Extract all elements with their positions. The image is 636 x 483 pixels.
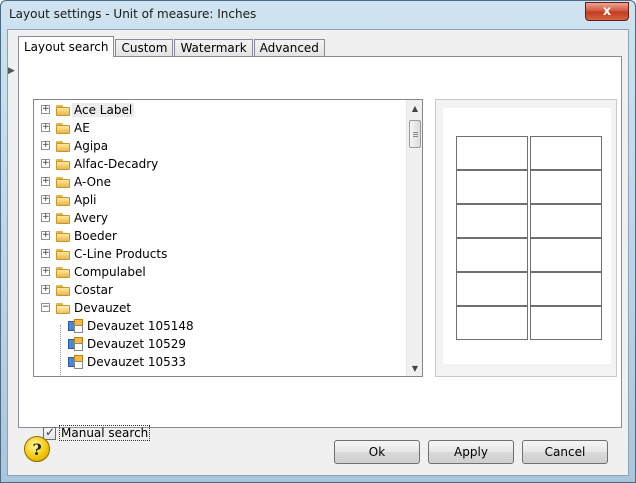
label-layout-icon	[68, 355, 84, 369]
tree-folder-row[interactable]: + Avery	[34, 209, 404, 227]
plus-box-icon[interactable]: +	[41, 195, 50, 204]
tree-node-label: Devauzet 105148	[87, 319, 194, 333]
tree-connector-line	[60, 325, 61, 376]
tree-folder-row[interactable]: + Costar	[34, 281, 404, 299]
tree-node-label: Costar	[74, 283, 113, 297]
label-layout-icon	[68, 337, 84, 351]
tree-folder-row[interactable]: + A-One	[34, 173, 404, 191]
tab-layout-search[interactable]: Layout search	[18, 36, 115, 57]
preview-label-cell	[530, 306, 602, 340]
preview-label-cell	[456, 306, 528, 340]
help-icon[interactable]: ?	[24, 436, 50, 462]
tree-node-label: Devauzet 10529	[87, 337, 187, 351]
tree-folder-row[interactable]: + Ace Label	[34, 101, 404, 119]
ok-button[interactable]: Ok	[334, 440, 420, 464]
folder-icon	[56, 104, 70, 116]
tree-folder-row[interactable]: + C-Line Products	[34, 245, 404, 263]
preview-label-cell	[530, 238, 602, 272]
tree-node-label: Compulabel	[74, 265, 146, 279]
preview-label-cell	[456, 238, 528, 272]
plus-box-icon[interactable]: +	[41, 141, 50, 150]
dialog-window: Layout settings - Unit of measure: Inche…	[0, 0, 636, 483]
window-title: Layout settings - Unit of measure: Inche…	[9, 7, 257, 21]
plus-box-icon[interactable]: +	[41, 231, 50, 240]
tree-folder-row[interactable]: + Boeder	[34, 227, 404, 245]
cancel-button[interactable]: Cancel	[522, 440, 608, 464]
scroll-thumb[interactable]	[409, 120, 421, 148]
folder-icon	[56, 212, 70, 224]
tree-node-label: C-Line Products	[74, 247, 168, 261]
title-bar[interactable]: Layout settings - Unit of measure: Inche…	[1, 1, 635, 29]
preview-label-cell	[456, 170, 528, 204]
plus-box-icon[interactable]: +	[41, 177, 50, 186]
tree-node-label: Devauzet	[74, 301, 132, 315]
preview-label-cell	[456, 136, 528, 170]
plus-box-icon[interactable]: +	[41, 285, 50, 294]
minus-box-icon[interactable]: −	[41, 303, 50, 312]
folder-icon	[56, 176, 70, 188]
tree-node-label: AE	[74, 121, 90, 135]
preview-sheet	[443, 108, 611, 364]
manual-search-checkbox[interactable]: ✓	[43, 424, 56, 440]
tree-layout-row[interactable]: Devauzet 105148	[34, 317, 404, 335]
tree-folder-row[interactable]: + Compulabel	[34, 263, 404, 281]
close-icon: x	[602, 4, 612, 19]
tree-node-label: Avery	[74, 211, 109, 225]
folder-icon	[56, 140, 70, 152]
plus-box-icon[interactable]: +	[41, 249, 50, 258]
tab-custom[interactable]: Custom	[115, 39, 174, 57]
folder-icon	[56, 302, 70, 314]
plus-box-icon[interactable]: +	[41, 123, 50, 132]
tree-node-label: A-One	[74, 175, 112, 189]
folder-icon	[56, 248, 70, 260]
scroll-up-icon[interactable]: ▲	[407, 100, 422, 116]
folder-icon	[56, 266, 70, 278]
plus-box-icon[interactable]: +	[41, 159, 50, 168]
tree-scrollbar[interactable]: ▲ ▼	[406, 100, 422, 376]
layout-tree[interactable]: + Ace Label + AE + Agipa + Alfac-Decadry + A-One +…	[33, 99, 423, 377]
scroll-down-icon[interactable]: ▼	[407, 360, 422, 376]
folder-icon	[56, 284, 70, 296]
tree-node-label: Agipa	[74, 139, 109, 153]
preview-label-cell	[530, 136, 602, 170]
tree-node-label: Apli	[74, 193, 97, 207]
preview-label-cell	[456, 204, 528, 238]
tab-advanced[interactable]: Advanced	[253, 39, 325, 57]
tree-folder-row[interactable]: − Devauzet	[34, 299, 404, 317]
preview-label-cell	[530, 272, 602, 306]
tree-layout-row[interactable]: Devauzet 10529	[34, 335, 404, 353]
tree-node-label: Ace Label	[72, 103, 135, 117]
layout-preview	[435, 99, 617, 377]
plus-box-icon[interactable]: +	[41, 267, 50, 276]
dialog-client-area: ▶ Layout search Custom Watermark Advance…	[7, 29, 629, 476]
collapse-arrow-icon[interactable]: ▶	[8, 66, 15, 76]
folder-icon	[56, 158, 70, 170]
tab-panel-layout-search: + Ace Label + AE + Agipa + Alfac-Decadry + A-One +…	[18, 56, 622, 441]
manual-search-row[interactable]: ✓ Manual search	[43, 424, 151, 441]
tab-watermark[interactable]: Watermark	[174, 39, 253, 57]
tree-node-label: Alfac-Decadry	[74, 157, 159, 171]
tree-node-label: Devauzet 10533	[87, 355, 187, 369]
plus-box-icon[interactable]: +	[41, 105, 50, 114]
tree-folder-row[interactable]: + Apli	[34, 191, 404, 209]
folder-icon	[56, 194, 70, 206]
tab-strip: Layout search Custom Watermark Advanced	[18, 36, 326, 57]
preview-label-cell	[456, 272, 528, 306]
tree-folder-row[interactable]: + Agipa	[34, 137, 404, 155]
plus-box-icon[interactable]: +	[41, 213, 50, 222]
apply-button[interactable]: Apply	[428, 440, 514, 464]
folder-icon	[56, 230, 70, 242]
tree-folder-row[interactable]: + AE	[34, 119, 404, 137]
tree-folder-row[interactable]: + Alfac-Decadry	[34, 155, 404, 173]
folder-icon	[56, 122, 70, 134]
label-layout-icon	[68, 319, 84, 333]
preview-label-cell	[530, 204, 602, 238]
tree-layout-row[interactable]: Devauzet 10533	[34, 353, 404, 371]
tree-node-label: Boeder	[74, 229, 117, 243]
close-button[interactable]: x	[585, 2, 629, 21]
preview-label-cell	[530, 170, 602, 204]
manual-search-label[interactable]: Manual search	[59, 425, 151, 441]
checkmark-icon: ✓	[45, 424, 56, 439]
